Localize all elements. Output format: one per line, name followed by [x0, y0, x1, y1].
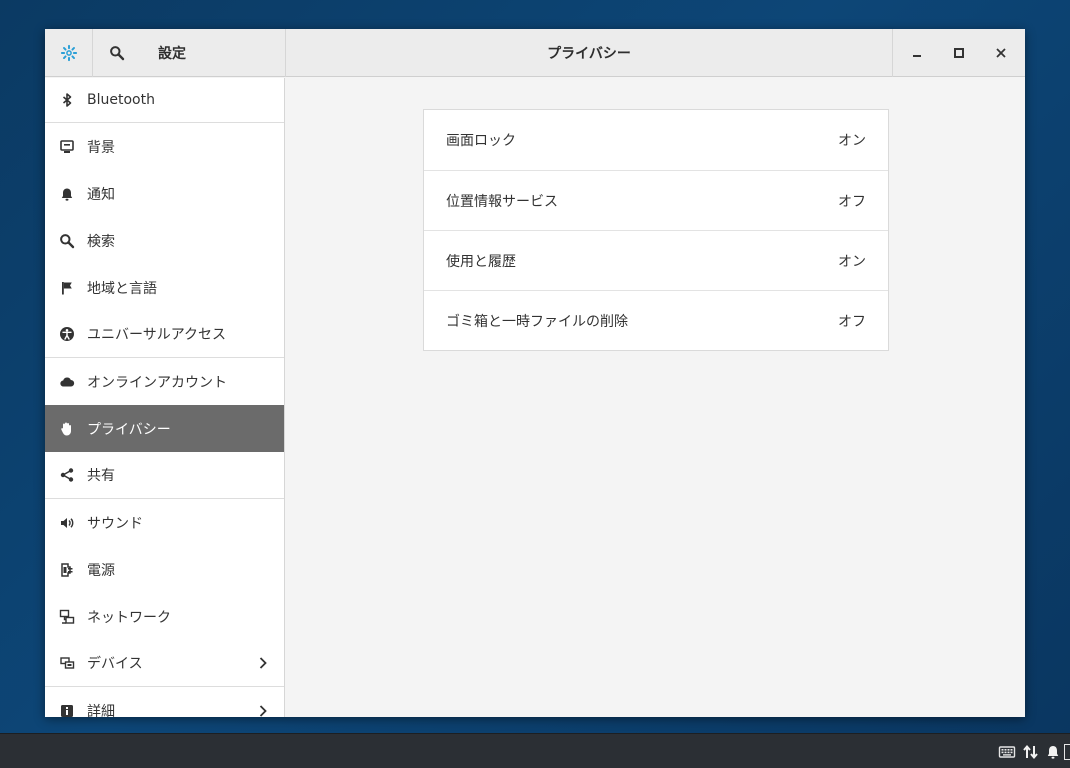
background-icon	[59, 139, 75, 155]
row-status: オン	[838, 253, 866, 270]
cloud-icon	[59, 374, 75, 390]
titlebar: 設定 プライバシー	[45, 29, 1025, 77]
row-status: オン	[838, 133, 866, 149]
page-title: プライバシー	[547, 46, 631, 62]
sidebar-item-label: デバイス	[87, 656, 143, 672]
sidebar-item-label: サウンド	[87, 515, 143, 532]
settings-window: 設定 プライバシー Bluetooth 背景 通知 検索 地域と言語 ユニバーサ…	[45, 29, 1025, 717]
devices-icon	[59, 655, 75, 671]
maximize-icon	[954, 48, 964, 58]
sidebar-item-label: オンラインアカウント	[87, 374, 227, 391]
tray-overflow	[1064, 744, 1070, 760]
maximize-button[interactable]	[937, 29, 981, 77]
info-icon	[59, 703, 75, 718]
titlebar-divider	[892, 29, 893, 77]
sidebar-item-bluetooth[interactable]: Bluetooth	[45, 78, 284, 123]
privacy-row-usage-history[interactable]: 使用と履歴 オン	[424, 230, 888, 290]
search-button[interactable]	[93, 29, 141, 77]
chevron-right-icon	[258, 704, 268, 718]
sidebar-item-label: 地域と言語	[87, 280, 157, 297]
taskbar	[0, 733, 1070, 768]
power-plug-icon	[59, 562, 75, 578]
network-arrows-icon[interactable]	[1022, 743, 1040, 761]
settings-title: 設定	[158, 46, 186, 62]
sidebar-item-devices[interactable]: デバイス	[45, 640, 284, 687]
sidebar-item-label: 通知	[87, 186, 115, 203]
bell-icon	[59, 186, 75, 202]
gear-icon[interactable]	[45, 29, 93, 77]
privacy-row-purge-trash[interactable]: ゴミ箱と一時ファイルの削除 オフ	[424, 290, 888, 350]
sidebar-item-label: Bluetooth	[87, 92, 155, 108]
sidebar-item-power[interactable]: 電源	[45, 546, 284, 593]
sidebar-item-search[interactable]: 検索	[45, 217, 284, 264]
sidebar-item-label: プライバシー	[87, 421, 171, 438]
minimize-button[interactable]	[895, 29, 939, 77]
sidebar: Bluetooth 背景 通知 検索 地域と言語 ユニバーサルアクセス オンライ…	[45, 78, 285, 717]
sidebar-item-label: 共有	[87, 468, 115, 484]
sidebar-item-label: 検索	[87, 233, 115, 250]
row-label: 使用と履歴	[446, 253, 516, 270]
privacy-row-screen-lock[interactable]: 画面ロック オン	[424, 110, 888, 170]
sidebar-item-sound[interactable]: サウンド	[45, 499, 284, 546]
search-icon	[110, 46, 125, 61]
sidebar-item-label: ネットワーク	[87, 609, 171, 626]
sidebar-item-label: 詳細	[87, 703, 115, 718]
close-icon	[996, 48, 1006, 58]
sidebar-item-notifications[interactable]: 通知	[45, 170, 284, 217]
sidebar-item-background[interactable]: 背景	[45, 123, 284, 170]
notification-bell-icon[interactable]	[1044, 743, 1062, 761]
sidebar-item-label: ユニバーサルアクセス	[87, 327, 227, 343]
sidebar-item-label: 電源	[87, 562, 115, 579]
privacy-row-location-services[interactable]: 位置情報サービス オフ	[424, 170, 888, 230]
bluetooth-icon	[59, 92, 75, 108]
sidebar-item-online-accounts[interactable]: オンラインアカウント	[45, 358, 284, 405]
row-status: オフ	[838, 193, 866, 210]
flag-icon	[59, 280, 75, 296]
share-icon	[59, 467, 75, 483]
sidebar-item-region-language[interactable]: 地域と言語	[45, 264, 284, 311]
minimize-icon	[913, 55, 921, 57]
row-label: 位置情報サービス	[446, 193, 558, 210]
sidebar-item-sharing[interactable]: 共有	[45, 452, 284, 499]
row-status: オフ	[838, 313, 866, 330]
sidebar-item-label: 背景	[87, 139, 115, 156]
privacy-panel: 画面ロック オン 位置情報サービス オフ 使用と履歴 オン ゴミ箱と一時ファイル…	[286, 78, 1025, 717]
network-icon	[59, 609, 75, 625]
accessibility-icon	[59, 326, 75, 342]
keyboard-icon[interactable]	[998, 743, 1016, 761]
search-icon	[59, 233, 75, 249]
row-label: ゴミ箱と一時ファイルの削除	[446, 313, 628, 330]
sidebar-item-privacy[interactable]: プライバシー	[45, 405, 284, 452]
speaker-icon	[59, 515, 75, 531]
row-label: 画面ロック	[446, 133, 516, 149]
hand-icon	[59, 421, 75, 437]
sidebar-item-details[interactable]: 詳細	[45, 687, 284, 717]
sidebar-item-network[interactable]: ネットワーク	[45, 593, 284, 640]
sidebar-item-universal-access[interactable]: ユニバーサルアクセス	[45, 311, 284, 358]
close-button[interactable]	[979, 29, 1023, 77]
chevron-right-icon	[258, 656, 268, 670]
privacy-settings-list: 画面ロック オン 位置情報サービス オフ 使用と履歴 オン ゴミ箱と一時ファイル…	[423, 109, 889, 351]
